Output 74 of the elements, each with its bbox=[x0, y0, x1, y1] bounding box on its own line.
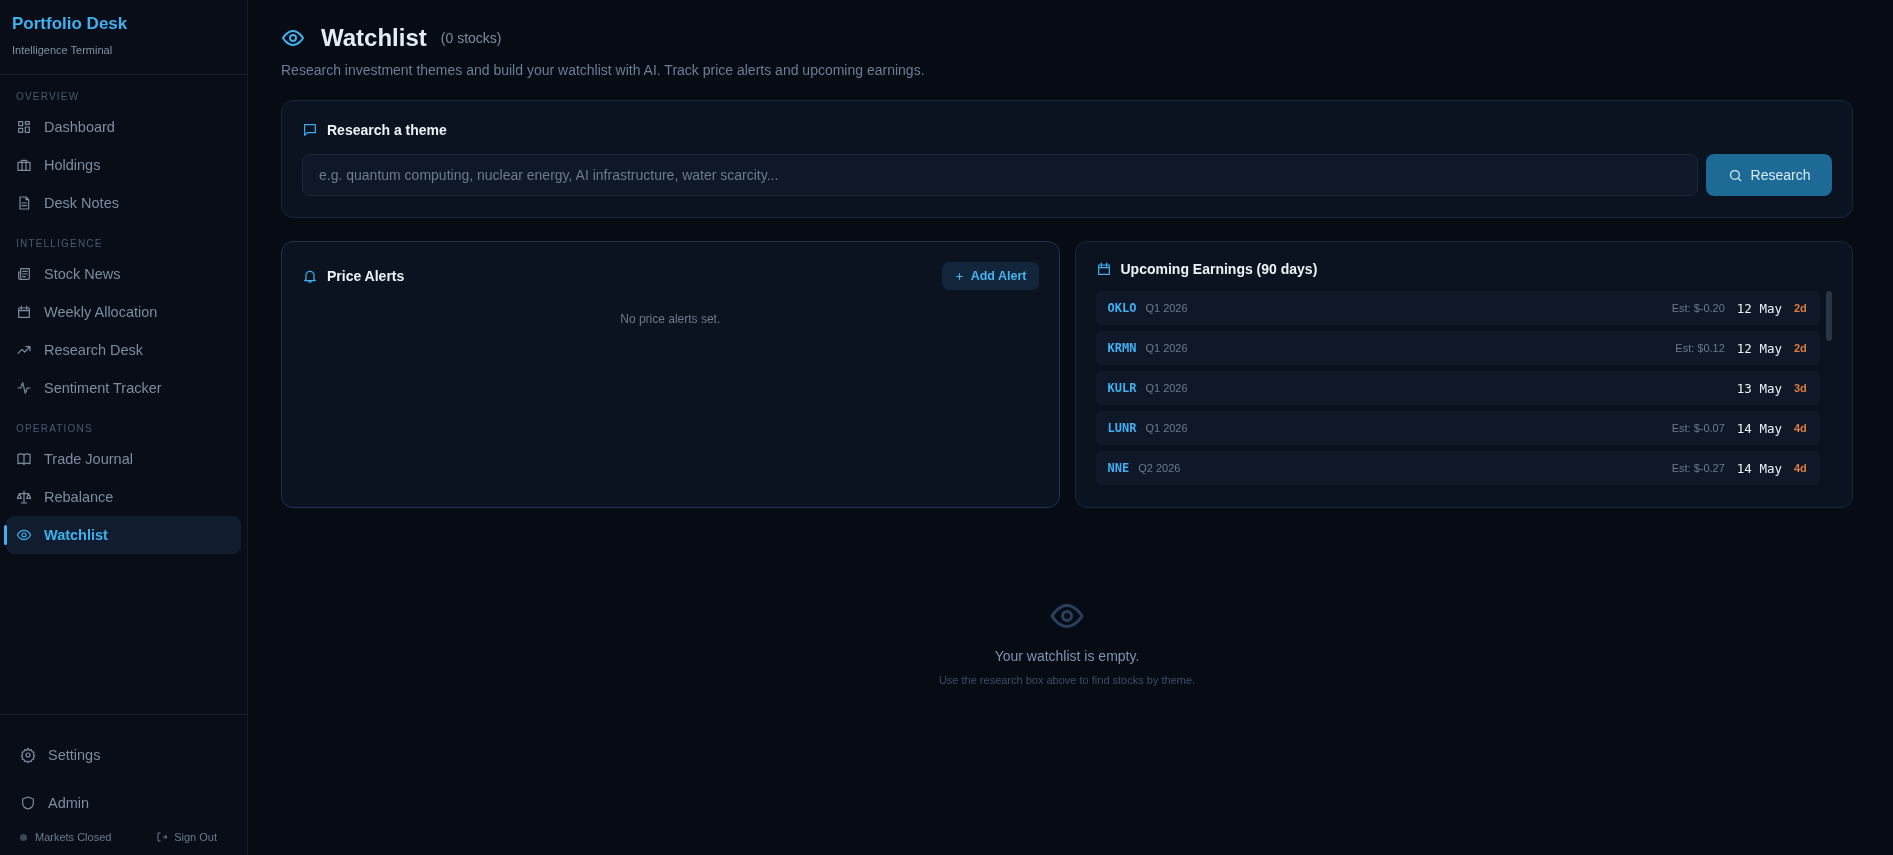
nav-icon bbox=[16, 119, 32, 135]
days-until: 3d bbox=[1794, 382, 1808, 394]
ticker: NNE bbox=[1107, 461, 1130, 475]
shield-icon bbox=[20, 795, 36, 811]
card-title: Price Alerts bbox=[327, 268, 405, 284]
earnings-date: 13 May bbox=[1736, 380, 1782, 396]
quarter: Q1 2026 bbox=[1145, 382, 1188, 394]
scrollbar-thumb[interactable] bbox=[1826, 291, 1832, 341]
quarter: Q1 2026 bbox=[1145, 302, 1188, 314]
earnings-date: 14 May bbox=[1736, 460, 1782, 476]
page-subtitle: Research investment themes and build your watchlist with AI. Track price alerts and upcoming earnings. bbox=[281, 62, 926, 78]
calendar-icon bbox=[1095, 261, 1112, 277]
empty-hint: Use the research box above to find stocks by theme. bbox=[938, 674, 1196, 686]
earnings-date: 14 May bbox=[1736, 420, 1782, 436]
earnings-date: 12 May bbox=[1736, 340, 1782, 356]
bell-icon bbox=[302, 268, 318, 284]
days-until: 4d bbox=[1794, 462, 1808, 474]
estimate: Est: $-0.07 bbox=[1671, 422, 1725, 434]
status-dot bbox=[20, 833, 27, 841]
market-status: Markets Closed bbox=[35, 831, 112, 843]
empty-message: No price alerts set. bbox=[619, 312, 722, 326]
nav-icon bbox=[16, 304, 32, 320]
sign-out-link[interactable]: Sign Out bbox=[156, 831, 217, 843]
nav-icon bbox=[16, 380, 32, 396]
quarter: Q1 2026 bbox=[1145, 422, 1188, 434]
theme-search-field[interactable]: e.g. quantum computing, nuclear energy, AI infrastructure, water scarcity... bbox=[302, 154, 1698, 196]
plus-icon bbox=[953, 270, 965, 282]
days-until: 4d bbox=[1794, 422, 1808, 434]
nav-item[interactable]: Trade Journal bbox=[6, 440, 241, 478]
nav-item[interactable]: Sentiment Tracker bbox=[6, 369, 241, 407]
nav-item[interactable]: Watchlist bbox=[6, 516, 241, 554]
ticker: OKLO bbox=[1107, 301, 1137, 315]
add-alert-button[interactable]: Add Alert bbox=[941, 262, 1039, 290]
nav-icon bbox=[16, 157, 32, 173]
days-until: 2d bbox=[1794, 342, 1808, 354]
nav-icon bbox=[16, 451, 32, 467]
research-button[interactable]: Research bbox=[1706, 154, 1832, 196]
earnings-date: 12 May bbox=[1736, 300, 1782, 316]
search-icon bbox=[1727, 167, 1743, 183]
nav-item[interactable]: Rebalance bbox=[6, 478, 241, 516]
estimate: Est: $-0.27 bbox=[1671, 462, 1725, 474]
nav-item[interactable]: Settings bbox=[0, 731, 247, 779]
nav-icon bbox=[16, 266, 32, 282]
nav-item[interactable]: Dashboard bbox=[6, 108, 241, 146]
quarter: Q2 2026 bbox=[1138, 462, 1181, 474]
nav-item[interactable]: Holdings bbox=[6, 146, 241, 184]
nav-icon bbox=[16, 527, 32, 543]
nav-item[interactable]: Stock News bbox=[6, 255, 241, 293]
nav-icon bbox=[16, 489, 32, 505]
ticker: KRMN bbox=[1107, 341, 1137, 355]
nav-icon bbox=[16, 195, 32, 211]
empty-title: Your watchlist is empty. bbox=[994, 648, 1140, 664]
ticker: KULR bbox=[1107, 381, 1137, 395]
brand-name: Portfolio Desk bbox=[12, 14, 129, 34]
chat-icon bbox=[302, 122, 318, 138]
settings-icon bbox=[20, 747, 36, 763]
estimate: Est: $-0.20 bbox=[1671, 302, 1725, 314]
quarter: Q1 2026 bbox=[1145, 342, 1188, 354]
nav-section-heading: INTELLIGENCE bbox=[15, 238, 104, 249]
nav-item[interactable]: Research Desk bbox=[6, 331, 241, 369]
brand-tagline: Intelligence Terminal bbox=[12, 44, 114, 56]
sign-out-icon bbox=[156, 831, 169, 843]
nav-item[interactable]: Weekly Allocation bbox=[6, 293, 241, 331]
page-title: Watchlist bbox=[321, 24, 427, 52]
stock-count: (0 stocks) bbox=[440, 30, 502, 46]
nav-section-heading: OVERVIEW bbox=[15, 91, 81, 102]
nav-section-heading: OPERATIONS bbox=[15, 423, 94, 434]
nav-item[interactable]: Desk Notes bbox=[6, 184, 241, 222]
card-title: Upcoming Earnings (90 days) bbox=[1120, 261, 1318, 277]
card-title: Research a theme bbox=[327, 122, 447, 138]
ticker: LUNR bbox=[1107, 421, 1137, 435]
estimate: Est: $0.12 bbox=[1675, 342, 1725, 354]
days-until: 2d bbox=[1794, 302, 1808, 314]
nav-item[interactable]: Admin bbox=[0, 779, 247, 827]
